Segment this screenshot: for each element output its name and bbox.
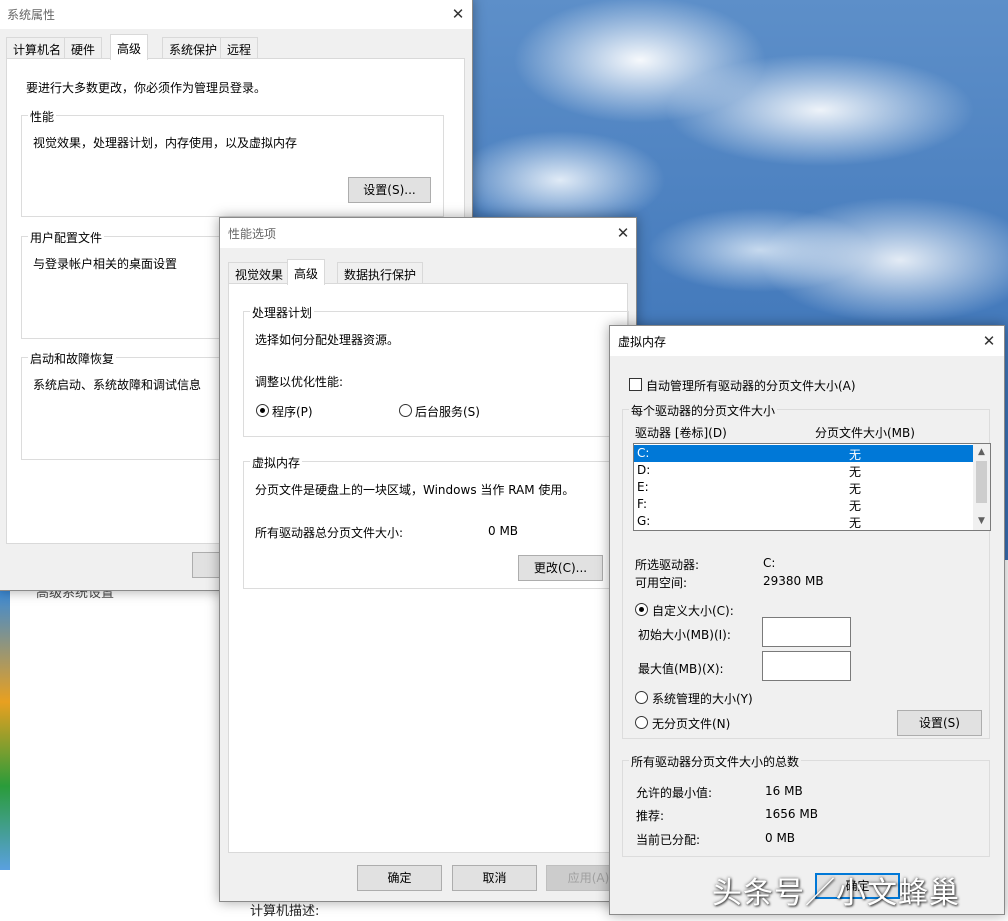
auto-manage-label[interactable]: 自动管理所有驱动器的分页文件大小(A) <box>646 377 856 394</box>
scroll-up-icon[interactable]: ▲ <box>973 444 990 461</box>
tab-data-execution-prevention[interactable]: 数据执行保护 <box>337 262 424 284</box>
startup-recovery-group-title: 启动和故障恢复 <box>28 350 117 367</box>
initial-size-label: 初始大小(MB)(I): <box>638 628 731 642</box>
drive-list[interactable]: C: 无 D: 无 E: 无 F: 无 G: 无 ▲ ▼ <box>633 443 991 531</box>
set-button[interactable]: 设置(S) <box>897 710 982 736</box>
drive-letter: D: <box>637 463 651 477</box>
scroll-thumb[interactable] <box>976 461 987 503</box>
total-paging-size-label: 所有驱动器总分页文件大小: <box>255 526 404 540</box>
per-drive-group-title: 每个驱动器的分页文件大小 <box>629 402 778 419</box>
tab-visual-effects[interactable]: 视觉效果 <box>228 262 291 284</box>
tab-system-protection[interactable]: 系统保护 <box>162 37 225 59</box>
recommended-value: 1656 MB <box>765 807 818 821</box>
close-icon[interactable]: ✕ <box>976 328 1002 354</box>
admin-note: 要进行大多数更改，你必须作为管理员登录。 <box>26 81 267 95</box>
programs-radio[interactable] <box>256 404 269 417</box>
drive-letter: C: <box>637 446 650 460</box>
system-properties-title: 系统属性 <box>7 8 56 22</box>
computer-description-label: 计算机描述: <box>250 904 320 919</box>
system-properties-tabs: 计算机名 硬件 高级 系统保护 远程 <box>6 34 466 60</box>
virtual-memory-dialog-title: 虚拟内存 <box>618 335 667 349</box>
tab-hardware[interactable]: 硬件 <box>64 37 103 59</box>
ok-button[interactable]: 确定 <box>357 865 442 891</box>
performance-desc: 视觉效果，处理器计划，内存使用，以及虚拟内存 <box>33 136 298 150</box>
custom-size-label[interactable]: 自定义大小(C): <box>652 602 734 619</box>
totals-group: 所有驱动器分页文件大小的总数 允许的最小值: 16 MB 推荐: 1656 MB… <box>622 753 990 857</box>
performance-options-titlebar[interactable]: 性能选项 ✕ <box>220 218 636 248</box>
user-profiles-desc: 与登录帐户相关的桌面设置 <box>33 257 178 271</box>
performance-options-tabs: 视觉效果 高级 数据执行保护 <box>228 259 628 285</box>
tab-advanced[interactable]: 高级 <box>110 34 149 60</box>
scroll-down-icon[interactable]: ▼ <box>973 513 990 530</box>
performance-options-title: 性能选项 <box>228 227 277 241</box>
virtual-memory-titlebar[interactable]: 虚拟内存 ✕ <box>610 326 1004 356</box>
auto-manage-checkbox[interactable] <box>629 378 642 391</box>
tab-remote[interactable]: 远程 <box>220 37 259 59</box>
per-drive-group: 每个驱动器的分页文件大小 驱动器 [卷标](D) 分页文件大小(MB) C: 无… <box>622 402 991 739</box>
tab-computer-name[interactable]: 计算机名 <box>6 37 69 59</box>
allocated-value: 0 MB <box>765 831 796 845</box>
no-paging-file-radio[interactable] <box>635 716 648 729</box>
background-services-label[interactable]: 后台服务(S) <box>415 403 480 420</box>
totals-group-title: 所有驱动器分页文件大小的总数 <box>629 753 802 770</box>
drive-row[interactable]: E: 无 <box>634 479 973 496</box>
processor-scheduling-desc: 选择如何分配处理器资源。 <box>255 333 400 347</box>
performance-options-window: 性能选项 ✕ 视觉效果 高级 数据执行保护 处理器计划 选择如何分配处理器资源。… <box>219 217 637 902</box>
change-virtual-memory-button[interactable]: 更改(C)... <box>518 555 603 581</box>
drive-paging-size: 无 <box>849 482 862 496</box>
startup-recovery-desc: 系统启动、系统故障和调试信息 <box>33 378 202 392</box>
selected-drive-value: C: <box>763 556 776 570</box>
virtual-memory-group: 虚拟内存 分页文件是硬盘上的一块区域，Windows 当作 RAM 使用。 所有… <box>243 454 629 589</box>
background-services-radio[interactable] <box>399 404 412 417</box>
virtual-memory-dialog: 虚拟内存 ✕ 自动管理所有驱动器的分页文件大小(A) 每个驱动器的分页文件大小 … <box>609 325 1005 915</box>
close-icon[interactable]: ✕ <box>445 1 471 27</box>
drive-row[interactable]: D: 无 <box>634 462 973 479</box>
watermark-text: 头条号／小文蜂巢 <box>712 876 960 911</box>
tab-advanced[interactable]: 高级 <box>287 259 326 285</box>
max-size-input[interactable] <box>762 651 851 681</box>
drive-row[interactable]: F: 无 <box>634 496 973 513</box>
free-space-value: 29380 MB <box>763 574 824 588</box>
drive-row[interactable]: G: 无 <box>634 513 973 530</box>
drive-list-scrollbar[interactable]: ▲ ▼ <box>973 444 990 530</box>
column-size-header: 分页文件大小(MB) <box>815 426 915 440</box>
free-space-label: 可用空间: <box>635 576 688 590</box>
processor-scheduling-title: 处理器计划 <box>250 304 315 321</box>
taskbar-icons-strip <box>0 590 10 870</box>
total-paging-size-value: 0 MB <box>488 524 519 538</box>
cancel-button[interactable]: 取消 <box>452 865 537 891</box>
max-size-label: 最大值(MB)(X): <box>638 662 724 676</box>
adjust-for-performance-label: 调整以优化性能: <box>255 375 344 389</box>
drive-paging-size: 无 <box>849 465 862 479</box>
virtual-memory-desc: 分页文件是硬盘上的一块区域，Windows 当作 RAM 使用。 <box>255 483 575 497</box>
drive-row[interactable]: C: 无 <box>634 445 973 462</box>
processor-scheduling-group: 处理器计划 选择如何分配处理器资源。 调整以优化性能: 程序(P) 后台服务(S… <box>243 304 629 437</box>
performance-advanced-panel: 处理器计划 选择如何分配处理器资源。 调整以优化性能: 程序(P) 后台服务(S… <box>228 283 629 853</box>
drive-paging-size: 无 <box>849 499 862 513</box>
selected-drive-label: 所选驱动器: <box>635 558 700 572</box>
close-icon[interactable]: ✕ <box>610 220 636 246</box>
system-managed-label[interactable]: 系统管理的大小(Y) <box>652 690 753 707</box>
custom-size-radio[interactable] <box>635 603 648 616</box>
performance-group-title: 性能 <box>28 108 57 125</box>
no-paging-file-label[interactable]: 无分页文件(N) <box>652 715 730 732</box>
drive-letter: E: <box>637 480 649 494</box>
programs-label[interactable]: 程序(P) <box>272 403 313 420</box>
performance-settings-button[interactable]: 设置(S)... <box>348 177 431 203</box>
min-allowed-value: 16 MB <box>765 784 803 798</box>
virtual-memory-title: 虚拟内存 <box>250 454 303 471</box>
drive-paging-size: 无 <box>849 448 862 462</box>
column-drive-header: 驱动器 [卷标](D) <box>635 426 727 440</box>
drive-paging-size: 无 <box>849 516 862 530</box>
drive-letter: F: <box>637 497 648 511</box>
performance-group: 性能 视觉效果，处理器计划，内存使用，以及虚拟内存 设置(S)... <box>21 108 444 217</box>
user-profiles-group-title: 用户配置文件 <box>28 229 105 246</box>
recommended-label: 推荐: <box>636 809 665 823</box>
system-managed-radio[interactable] <box>635 691 648 704</box>
initial-size-input[interactable] <box>762 617 851 647</box>
system-properties-titlebar[interactable]: 系统属性 ✕ <box>0 0 472 29</box>
allocated-label: 当前已分配: <box>636 833 701 847</box>
drive-letter: G: <box>637 514 651 528</box>
min-allowed-label: 允许的最小值: <box>636 786 713 800</box>
